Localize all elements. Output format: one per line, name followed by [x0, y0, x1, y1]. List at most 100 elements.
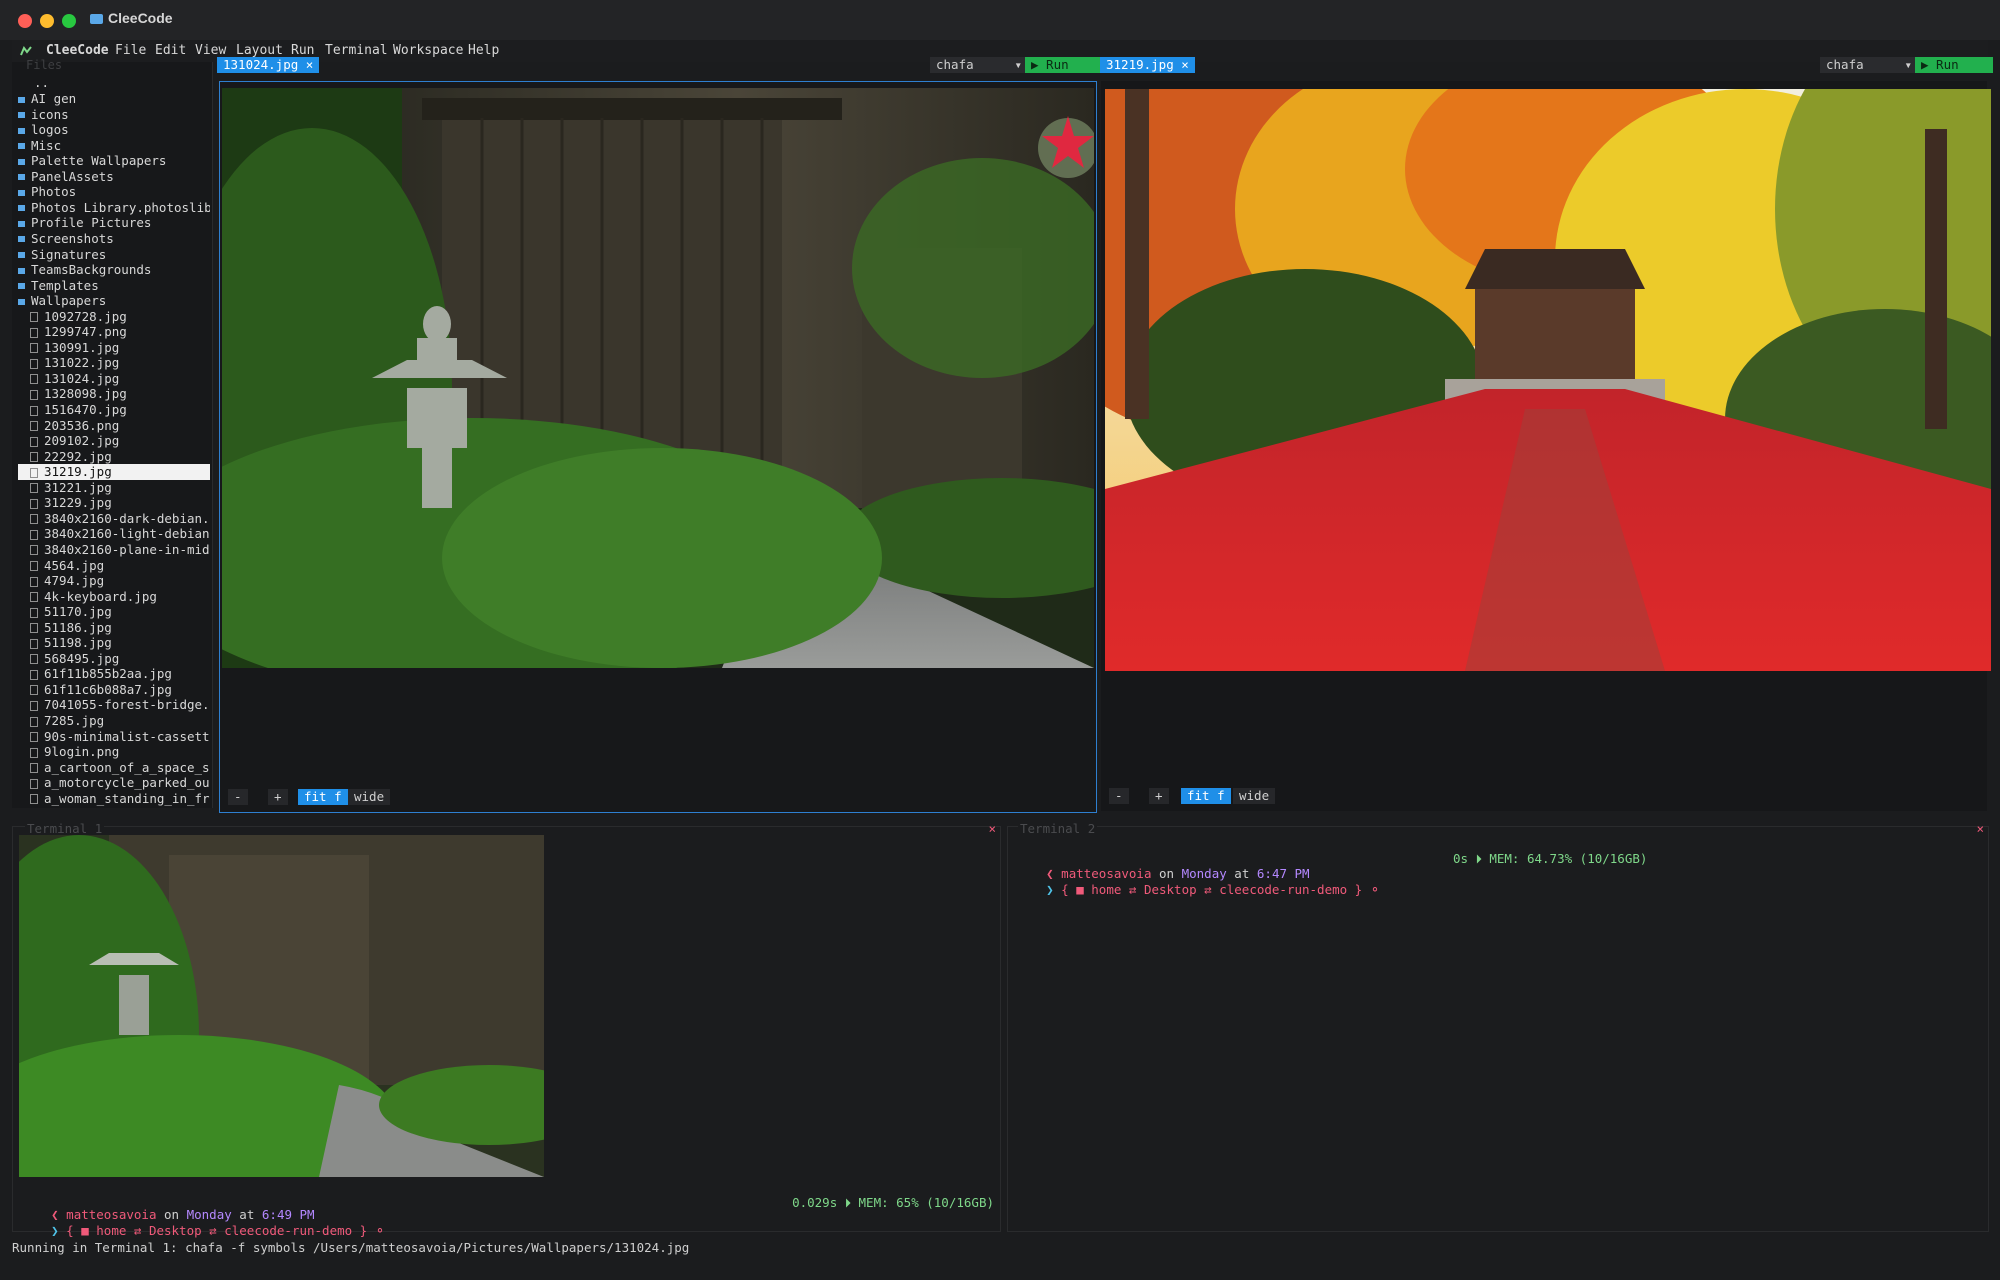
folder-icon: [18, 205, 25, 212]
fit-button-left[interactable]: fit f: [298, 789, 348, 805]
tab-31219[interactable]: 31219.jpg ×: [1100, 57, 1195, 73]
file-icon: [30, 467, 38, 478]
folder-item[interactable]: Photos: [18, 184, 210, 200]
zoom-in-button-right[interactable]: +: [1149, 788, 1169, 804]
file-item[interactable]: a_motorcycle_parked_outs: [18, 775, 210, 791]
folder-item[interactable]: AI gen: [18, 91, 210, 107]
file-item[interactable]: 1516470.jpg: [18, 402, 210, 418]
file-item[interactable]: 51170.jpg: [18, 604, 210, 620]
file-item[interactable]: 90s-minimalist-cassette-: [18, 729, 210, 745]
file-item[interactable]: 4k-keyboard.jpg: [18, 589, 210, 605]
close-icon[interactable]: ×: [988, 821, 996, 836]
file-item-label: 9login.png: [44, 744, 120, 760]
file-item[interactable]: a_cartoon_of_a_space_shi: [18, 760, 210, 776]
close-icon[interactable]: ×: [1976, 821, 1984, 836]
file-item[interactable]: 31221.jpg: [18, 480, 210, 496]
file-item[interactable]: a_woman_standing_in_fron: [18, 791, 210, 807]
file-item-parent[interactable]: ..: [18, 75, 226, 91]
menu-run[interactable]: Run: [291, 43, 314, 58]
file-icon: [30, 592, 38, 603]
menu-workspace[interactable]: Workspace: [393, 43, 463, 58]
wide-button-left[interactable]: wide: [348, 789, 391, 805]
file-item[interactable]: 61f11b855b2aa.jpg: [18, 666, 210, 682]
file-item[interactable]: 131022.jpg: [18, 355, 210, 371]
folder-item[interactable]: Profile Pictures: [18, 215, 210, 231]
file-item-label: 4k-keyboard.jpg: [44, 588, 157, 604]
file-item-label: 4794.jpg: [44, 573, 105, 589]
folder-item[interactable]: Misc: [18, 138, 210, 154]
file-item-label: 31219.jpg: [44, 464, 112, 480]
run-button-left[interactable]: ▶ Run: [1025, 57, 1105, 73]
title-bar: CleeCode: [0, 0, 2000, 40]
file-item[interactable]: 7041055-forest-bridge.jp: [18, 697, 210, 713]
app-logo-icon: [20, 45, 32, 56]
terminal-1[interactable]: Terminal 1 × ❮ matteosavoia on Monday at…: [12, 821, 1001, 1238]
file-item[interactable]: 130991.jpg: [18, 340, 210, 356]
file-item[interactable]: 1299747.png: [18, 324, 210, 340]
folder-item[interactable]: TeamsBackgrounds: [18, 262, 210, 278]
file-item[interactable]: 3840x2160-dark-debian.pn: [18, 511, 210, 527]
file-item[interactable]: 7285.jpg: [18, 713, 210, 729]
file-item[interactable]: 51198.jpg: [18, 635, 210, 651]
folder-icon: [18, 112, 25, 119]
file-icon: [30, 327, 38, 338]
menu-app[interactable]: CleeCode: [46, 43, 109, 58]
file-item[interactable]: 4564.jpg: [18, 558, 210, 574]
file-item[interactable]: 9login.png: [18, 744, 210, 760]
folder-icon: [18, 189, 25, 196]
file-item[interactable]: 568495.jpg: [18, 651, 210, 667]
file-item[interactable]: 203536.png: [18, 418, 210, 434]
zoom-out-button-right[interactable]: -: [1109, 788, 1129, 804]
file-item[interactable]: 209102.jpg: [18, 433, 210, 449]
fit-button-right[interactable]: fit f: [1181, 788, 1231, 804]
file-item-label: 51170.jpg: [44, 604, 112, 620]
menu-view[interactable]: View: [195, 43, 226, 58]
renderer-select-right[interactable]: chafa ▾: [1820, 57, 1918, 73]
menu-layout[interactable]: Layout: [236, 43, 283, 58]
terminal-1-label: Terminal 1: [25, 821, 105, 836]
close-window-button[interactable]: [18, 14, 32, 28]
minimize-window-button[interactable]: [40, 14, 54, 28]
folder-item[interactable]: PanelAssets: [18, 169, 210, 185]
file-icon: [30, 716, 38, 727]
file-item-label: a_cartoon_of_a_space_shi: [44, 759, 210, 775]
folder-item[interactable]: Templates: [18, 278, 210, 294]
terminal-2-stats: 0s ⏵ MEM: 64.73% (10/16GB): [1453, 851, 1648, 866]
wide-button-right[interactable]: wide: [1233, 788, 1276, 804]
menu-file[interactable]: File: [115, 43, 146, 58]
file-item[interactable]: 131024.jpg: [18, 371, 210, 387]
file-item[interactable]: 3840x2160-light-debian.p: [18, 526, 210, 542]
terminal-2[interactable]: Terminal 2 × ❮ matteosavoia on Monday at…: [1007, 821, 1989, 1232]
file-icon: [30, 529, 38, 540]
file-item[interactable]: 61f11c6b088a7.jpg: [18, 682, 210, 698]
file-item[interactable]: 1328098.jpg: [18, 386, 210, 402]
menu-help[interactable]: Help: [468, 43, 499, 58]
folder-icon: [18, 158, 25, 165]
folder-item[interactable]: Palette Wallpapers: [18, 153, 210, 169]
file-item[interactable]: 4794.jpg: [18, 573, 210, 589]
tab-131024[interactable]: 131024.jpg ×: [217, 57, 320, 73]
zoom-in-button-left[interactable]: +: [268, 789, 288, 805]
file-icon: [30, 389, 38, 400]
folder-item[interactable]: logos: [18, 122, 210, 138]
renderer-select-left[interactable]: chafa ▾: [930, 57, 1028, 73]
file-item[interactable]: 3840x2160-plane-in-middl: [18, 542, 210, 558]
file-item[interactable]: 51186.jpg: [18, 620, 210, 636]
folder-item[interactable]: Screenshots: [18, 231, 210, 247]
folder-item[interactable]: Photos Library.photoslibra: [18, 200, 210, 216]
file-item[interactable]: 22292.jpg: [18, 449, 210, 465]
file-item-label: 90s-minimalist-cassette-: [44, 728, 210, 744]
zoom-window-button[interactable]: [62, 14, 76, 28]
file-item[interactable]: 31229.jpg: [18, 495, 210, 511]
menu-edit[interactable]: Edit: [155, 43, 186, 58]
file-item[interactable]: 1092728.jpg: [18, 309, 210, 325]
folder-item[interactable]: Wallpapers: [18, 293, 210, 309]
folder-item[interactable]: icons: [18, 107, 210, 123]
file-icon: [30, 421, 38, 432]
zoom-out-button-left[interactable]: -: [228, 789, 248, 805]
folder-item[interactable]: Signatures: [18, 247, 210, 263]
menu-terminal[interactable]: Terminal: [325, 43, 388, 58]
file-item[interactable]: 31219.jpg: [18, 464, 210, 481]
file-icon: [30, 732, 38, 743]
run-button-right[interactable]: ▶ Run: [1915, 57, 1993, 73]
